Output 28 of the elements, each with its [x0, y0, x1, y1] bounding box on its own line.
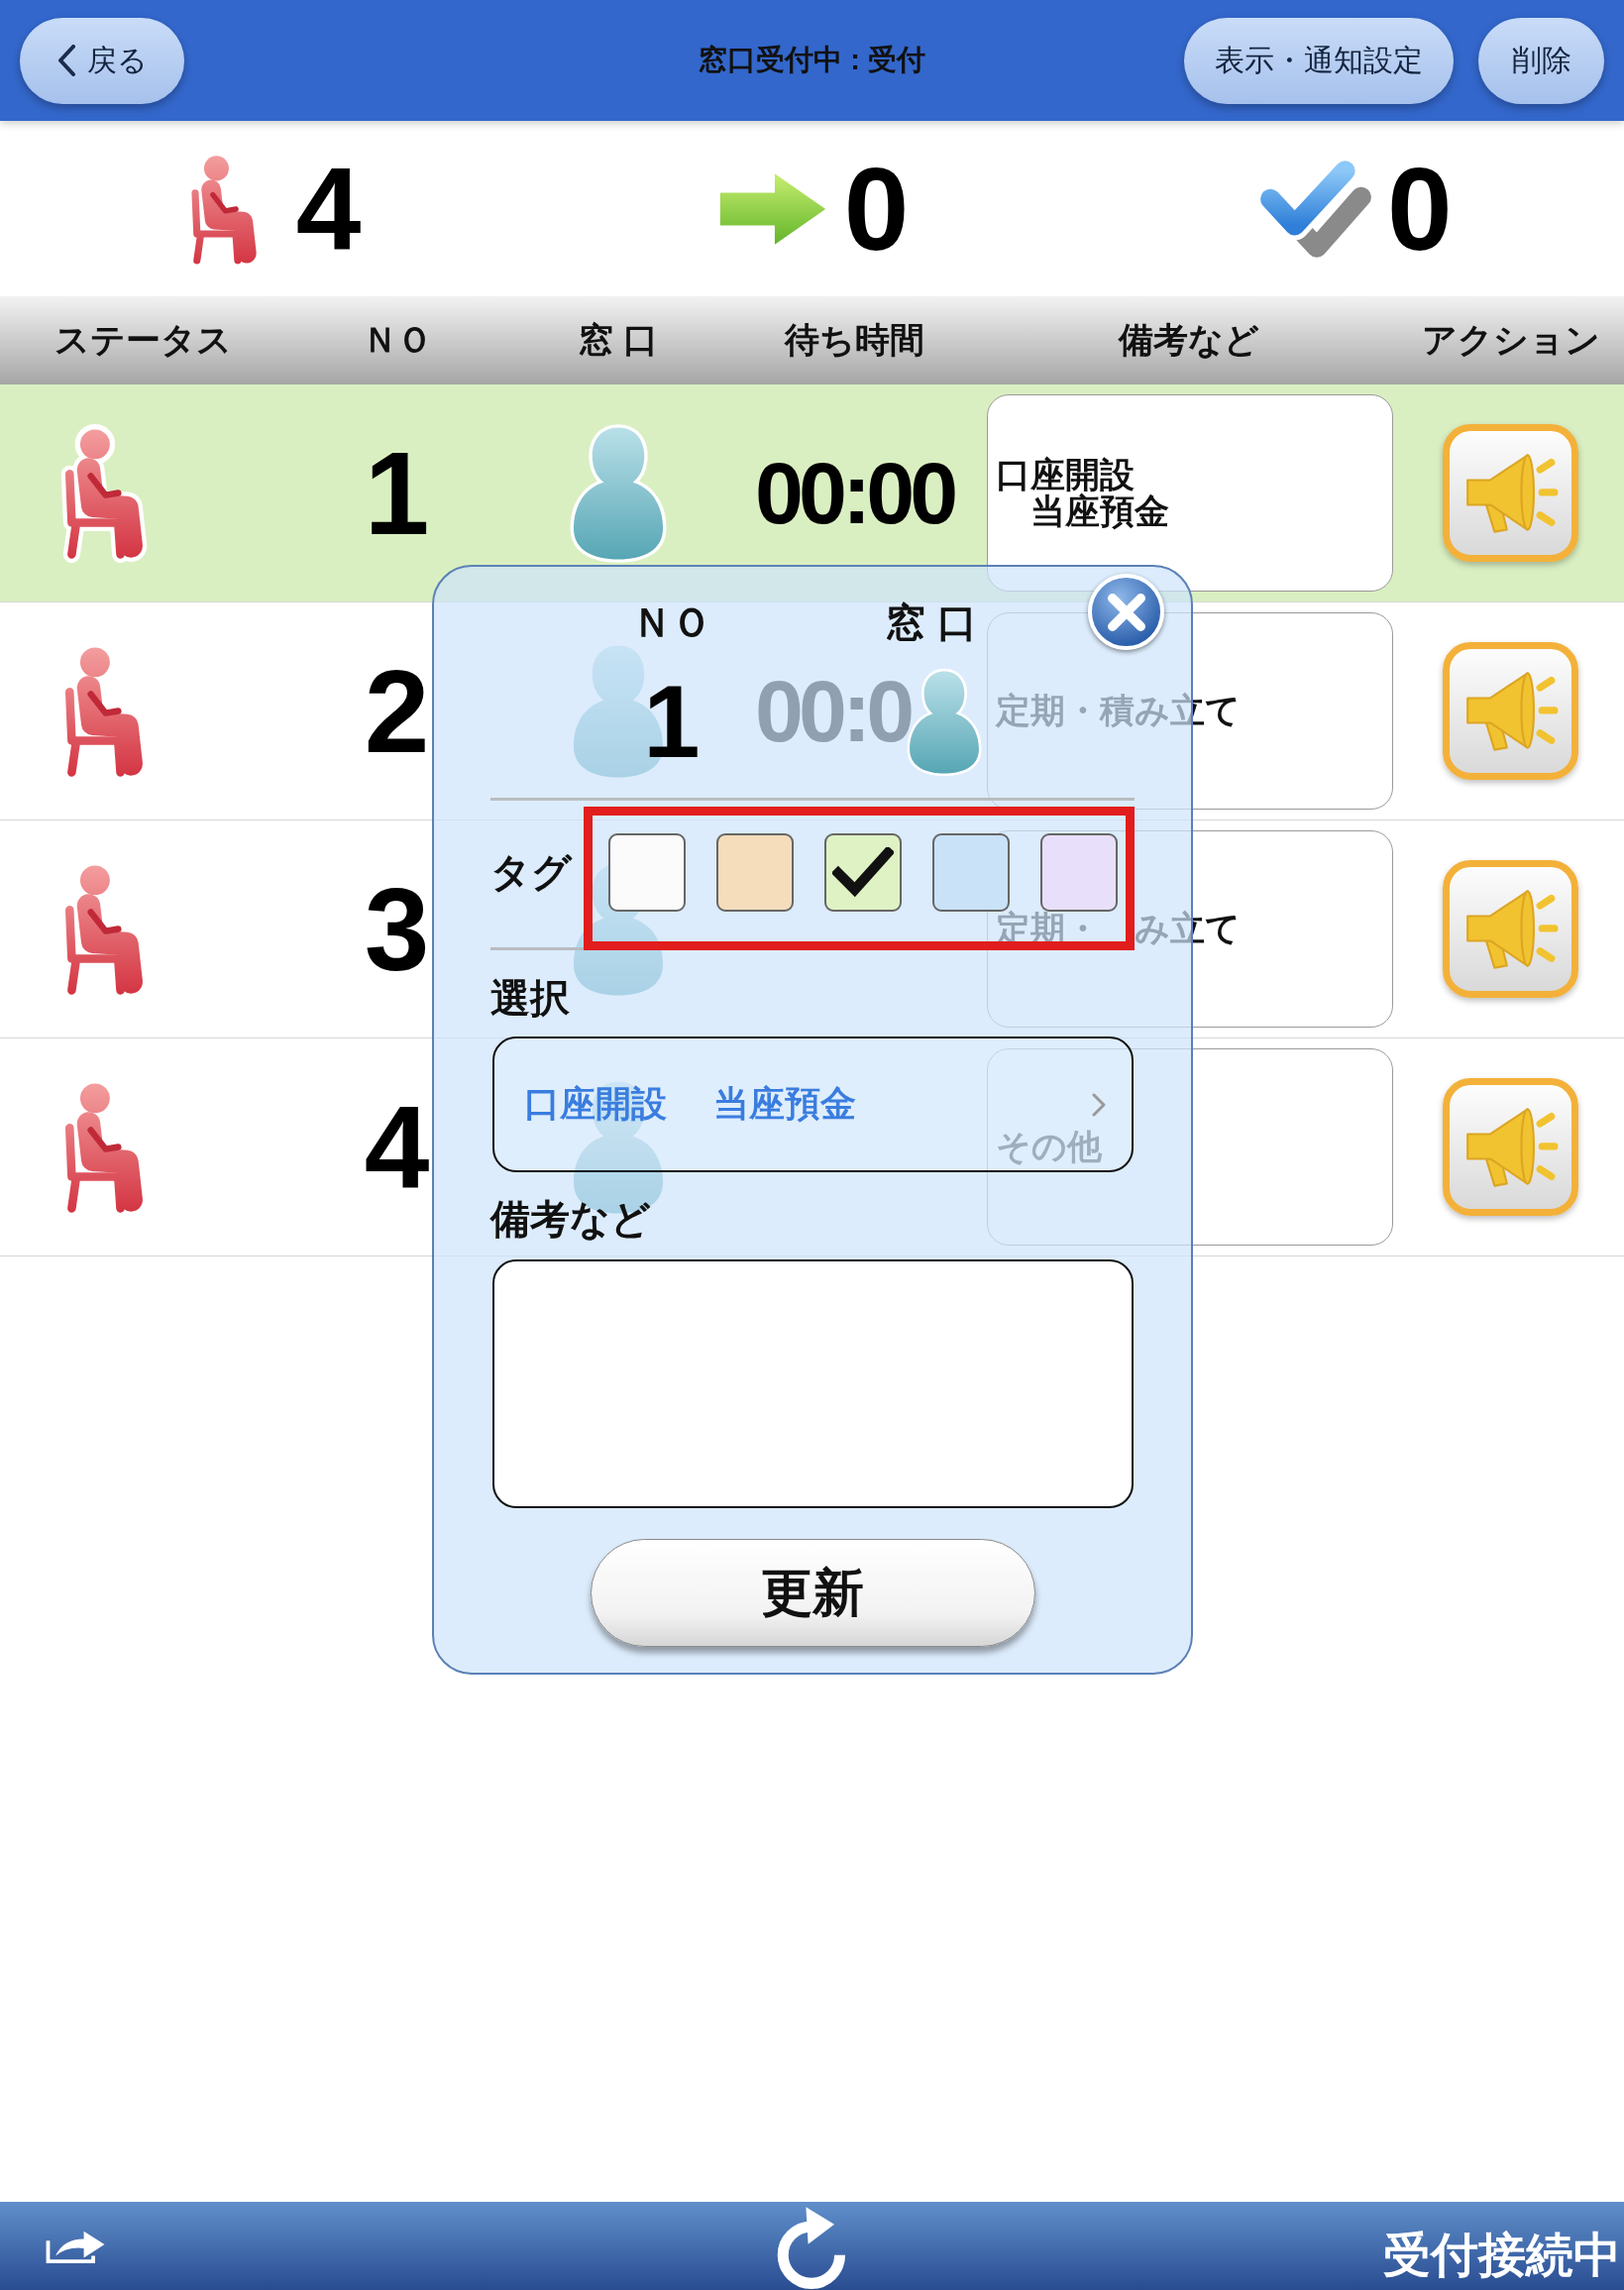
column-header: 備考など [1119, 319, 1259, 361]
count-number: 0 [843, 150, 910, 268]
column-header: アクション [1421, 319, 1600, 361]
column-header: 窓 口 [579, 319, 658, 361]
tag-label: タグ [490, 849, 572, 895]
window-heading: 窓 口 [886, 600, 977, 645]
notes-text: 当座預金 [1030, 492, 1169, 530]
row-number: 2 [364, 652, 430, 770]
connection-status: 受付接続中 [1383, 2231, 1622, 2279]
column-header: 待ち時間 [785, 319, 924, 361]
row-number: 3 [364, 870, 430, 988]
row-number: 1 [364, 434, 430, 552]
wait-time: 00:0 [755, 667, 912, 755]
ticket-number: 1 [643, 671, 701, 773]
count-number: 4 [295, 150, 362, 268]
wait-time: 00:00 [755, 449, 955, 537]
column-header: ステータス [54, 319, 232, 361]
selected-option: 口座開設 [524, 1080, 667, 1129]
notes-label: 備考など [490, 1196, 651, 1242]
selected-option: 当座預金 [713, 1080, 856, 1129]
notes-text: 口座開設 [996, 456, 1135, 493]
row-number: 4 [364, 1088, 430, 1206]
count-number: 0 [1387, 150, 1453, 268]
no-heading: ＮＯ [632, 600, 711, 645]
notes-text: その他 [996, 1129, 1102, 1165]
screen-title: 窓口受付中 : 受付 [699, 43, 925, 77]
column-header: ＮＯ [362, 319, 432, 361]
select-label: 選択 [490, 975, 570, 1021]
